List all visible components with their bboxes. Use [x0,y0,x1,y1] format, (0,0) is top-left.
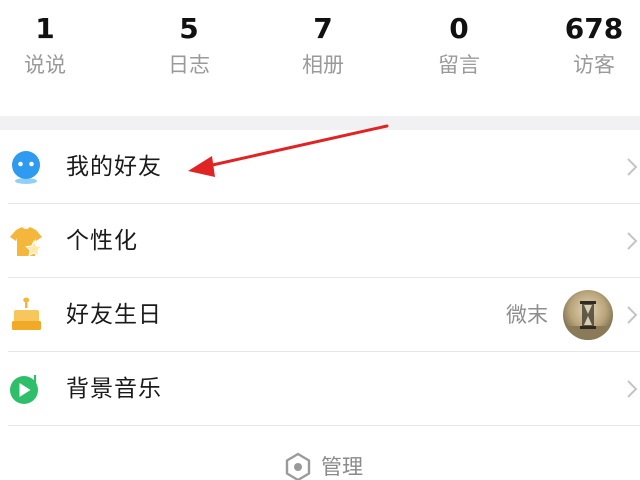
stat-label: 相册 [302,53,344,77]
stat-label: 说说 [24,53,66,77]
music-play-icon [10,375,38,404]
stat-label: 访客 [573,53,615,77]
manage-button[interactable]: 管理 [0,438,640,480]
divider [8,425,640,426]
chevron-right-icon [627,306,638,324]
hexagon-settings-icon [285,452,311,480]
stat-messages[interactable]: 0 留言 [404,10,514,80]
chevron-right-icon [627,232,638,250]
menu-item-label: 个性化 [66,228,138,254]
stat-posts[interactable]: 1 说说 [0,10,100,80]
stat-count: 0 [449,12,469,45]
manage-label: 管理 [321,455,363,479]
stat-label: 留言 [438,53,480,77]
friend-name: 微末 [506,303,548,327]
stat-blogs[interactable]: 5 日志 [134,10,244,80]
stat-count: 1 [35,12,55,45]
menu-item-personalize[interactable]: 个性化 [0,204,640,278]
stat-count: 7 [313,12,333,45]
menu-item-label: 我的好友 [66,154,162,180]
stat-albums[interactable]: 7 相册 [268,10,378,80]
menu-item-birthdays[interactable]: 好友生日 微末 [0,278,640,352]
stat-label: 日志 [168,53,210,77]
section-separator [0,116,640,130]
stat-count: 678 [564,12,624,45]
avatar [563,290,613,340]
menu-item-friends[interactable]: 我的好友 [0,130,640,204]
stats-bar: 1 说说 5 日志 7 相册 0 留言 678 访客 [0,0,640,116]
birthday-cake-icon [12,297,41,330]
chevron-right-icon [627,158,638,176]
friends-robot-icon [12,151,40,184]
menu-item-label: 好友生日 [66,302,162,328]
menu-item-label: 背景音乐 [66,376,162,402]
stat-count: 5 [179,12,199,45]
chevron-right-icon [627,380,638,398]
menu-item-music[interactable]: 背景音乐 [0,352,640,426]
stat-visitors[interactable]: 678 访客 [539,10,640,80]
tshirt-star-icon [10,227,43,257]
